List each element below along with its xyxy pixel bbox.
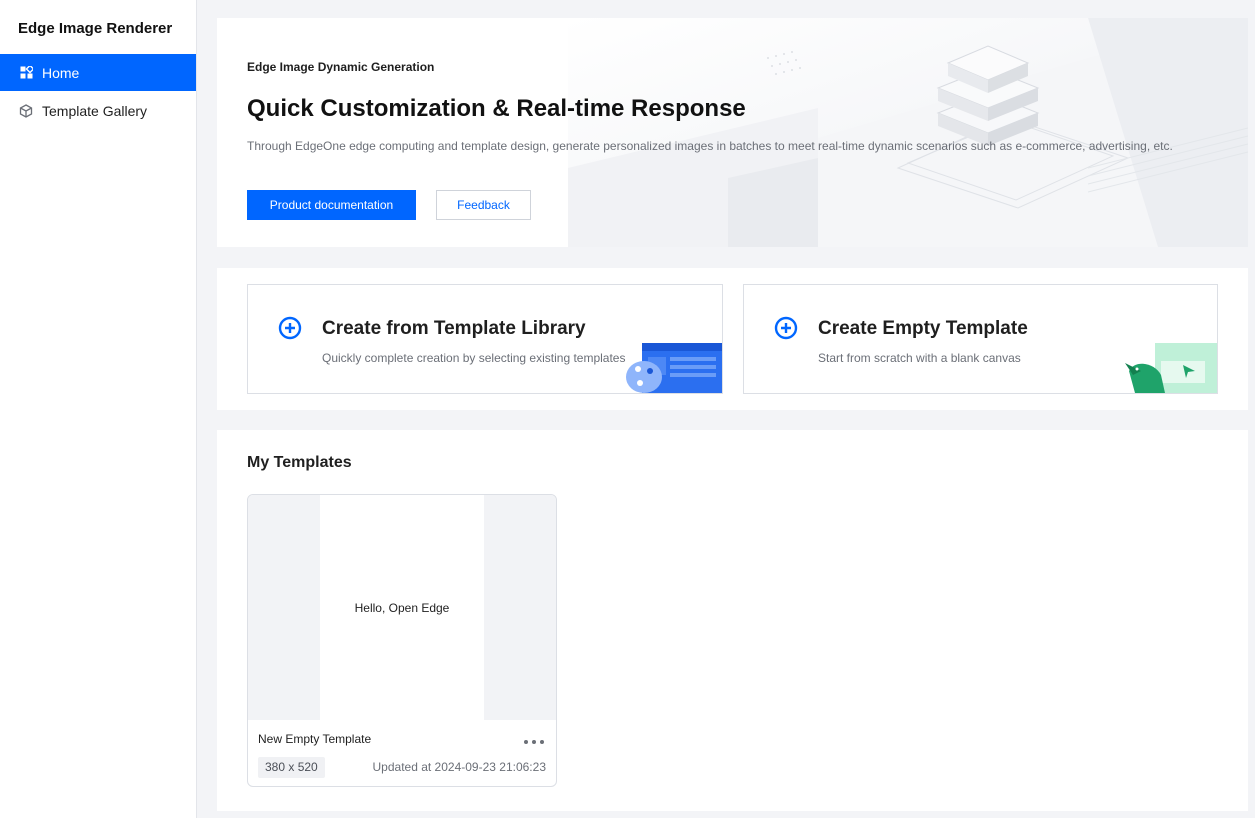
sidebar-item-label: Home	[42, 64, 80, 81]
card-title: Create Empty Template	[818, 318, 1028, 339]
template-size-badge: 380 x 520	[258, 757, 325, 778]
create-from-template-card[interactable]: Create from Template Library Quickly com…	[247, 284, 723, 394]
app-title: Edge Image Renderer	[18, 20, 173, 37]
sidebar-item-label: Template Gallery	[42, 102, 148, 119]
template-library-illustration	[626, 343, 722, 393]
template-canvas: Hello, Open Edge	[320, 495, 484, 720]
cube-icon	[19, 103, 33, 118]
plus-circle-icon	[774, 316, 798, 340]
sidebar-item-home[interactable]: Home	[0, 54, 196, 91]
template-updated-time: Updated at 2024-09-23 21:06:23	[372, 760, 546, 774]
hero-eyebrow: Edge Image Dynamic Generation	[247, 60, 435, 74]
product-documentation-button[interactable]: Product documentation	[247, 190, 416, 220]
template-card[interactable]: Hello, Open Edge New Empty Template 380 …	[247, 494, 557, 787]
sidebar-item-template-gallery[interactable]: Template Gallery	[0, 92, 196, 129]
template-preview: Hello, Open Edge	[248, 495, 556, 720]
section-title: My Templates	[247, 454, 352, 471]
feedback-button[interactable]: Feedback	[436, 190, 531, 220]
my-templates-panel: My Templates Hello, Open Edge New Empty …	[217, 430, 1248, 811]
hero-illustration	[568, 18, 1248, 247]
blank-canvas-illustration	[1125, 343, 1217, 393]
hero-banner: Edge Image Dynamic Generation Quick Cust…	[217, 18, 1248, 247]
plus-circle-icon	[278, 316, 302, 340]
template-name: New Empty Template	[258, 732, 372, 746]
sidebar-nav: Home Template Gallery	[0, 54, 196, 130]
dashboard-icon	[19, 66, 33, 80]
card-title: Create from Template Library	[322, 318, 586, 339]
hero-title: Quick Customization & Real-time Response	[247, 95, 746, 122]
card-subtitle: Quickly complete creation by selecting e…	[322, 351, 626, 365]
more-options-icon[interactable]	[524, 735, 544, 749]
sidebar: Edge Image Renderer Home Template Galler	[0, 0, 197, 818]
template-preview-text: Hello, Open Edge	[354, 600, 450, 615]
hero-description: Through EdgeOne edge computing and templ…	[247, 139, 1173, 153]
create-panel: Create from Template Library Quickly com…	[217, 268, 1248, 410]
card-subtitle: Start from scratch with a blank canvas	[818, 351, 1021, 365]
create-empty-template-card[interactable]: Create Empty Template Start from scratch…	[743, 284, 1218, 394]
